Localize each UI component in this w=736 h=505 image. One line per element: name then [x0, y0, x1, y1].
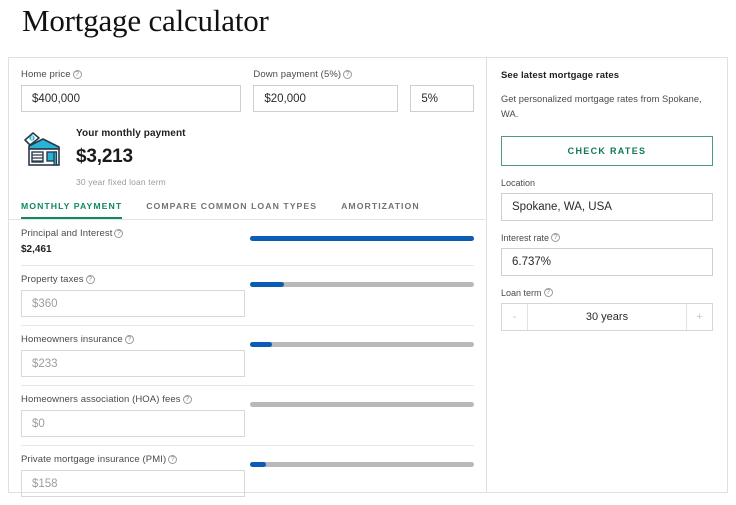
- property-taxes-slider[interactable]: [250, 282, 474, 287]
- hoa-fees-slider[interactable]: [250, 402, 474, 407]
- rates-panel-description: Get personalized mortgage rates from Spo…: [501, 94, 702, 120]
- slider-fill: [250, 236, 474, 241]
- down-payment-label: Down payment (5%) ?: [253, 69, 398, 80]
- home-price-input[interactable]: $400,000: [21, 85, 242, 112]
- interest-rate-label-text: Interest rate: [501, 232, 550, 243]
- help-icon[interactable]: ?: [72, 70, 82, 79]
- help-icon[interactable]: ?: [343, 70, 353, 79]
- slider-fill: [250, 342, 273, 347]
- check-rates-button[interactable]: CHECK RATES: [501, 135, 713, 166]
- loan-term-decrement-button[interactable]: -: [502, 303, 528, 330]
- private-mortgage-insurance-slider[interactable]: [250, 462, 474, 467]
- help-icon[interactable]: ?: [182, 395, 192, 404]
- loan-term-label: Loan term ?: [501, 288, 713, 298]
- breakdown-row-principal-and-interest: Principal and Interest ? $2,461: [21, 220, 474, 266]
- private-mortgage-insurance-input[interactable]: $158: [21, 470, 245, 497]
- location-input[interactable]: Spokane, WA, USA: [501, 192, 713, 221]
- row-right: [250, 394, 474, 407]
- principal-and-interest-label: Principal and Interest ?: [21, 228, 250, 239]
- down-payment-field-group: Down payment (5%) ? $20,000: [253, 69, 399, 112]
- page-title: Mortgage calculator: [22, 3, 269, 38]
- row-right: [250, 334, 474, 347]
- row-left: Property taxes ? $360: [21, 274, 250, 317]
- help-icon[interactable]: ?: [168, 455, 178, 464]
- homeowners-insurance-label: Homeowners insurance ?: [21, 334, 250, 345]
- interest-rate-field-group: Interest rate ? 6.737%: [501, 233, 713, 276]
- slider-fill: [250, 462, 266, 467]
- summary-text-block: Your monthly payment $3,213 30 year fixe…: [76, 128, 186, 187]
- top-inputs-row: Home price ? $400,000 Down payment (5%) …: [9, 58, 486, 112]
- row-left: Homeowners insurance ? $233: [21, 334, 250, 377]
- payment-breakdown-list: Principal and Interest ? $2,461 Property…: [9, 220, 486, 505]
- down-payment-input[interactable]: $20,000: [253, 85, 399, 112]
- row-right: [250, 274, 474, 287]
- principal-and-interest-value: $2,461: [21, 244, 52, 255]
- help-icon[interactable]: ?: [543, 288, 553, 298]
- home-price-label: Home price ?: [21, 69, 241, 80]
- private-mortgage-insurance-label: Private mortgage insurance (PMI) ?: [21, 454, 250, 465]
- breakdown-row-homeowners-insurance: Homeowners insurance ? $233: [21, 326, 474, 386]
- loan-term-increment-button[interactable]: +: [686, 303, 712, 330]
- loan-term-value: 30 years: [585, 310, 629, 323]
- calculator-tabs: MONTHLY PAYMENT COMPARE COMMON LOAN TYPE…: [9, 201, 486, 220]
- homeowners-insurance-slider[interactable]: [250, 342, 474, 347]
- tab-amortization[interactable]: AMORTIZATION: [341, 201, 420, 219]
- row-left: Private mortgage insurance (PMI) ? $158: [21, 454, 250, 497]
- principal-and-interest-label-text: Principal and Interest: [21, 228, 113, 239]
- hoa-fees-label: Homeowners association (HOA) fees ?: [21, 394, 250, 405]
- tab-monthly-payment[interactable]: MONTHLY PAYMENT: [21, 201, 123, 219]
- interest-rate-label: Interest rate ?: [501, 233, 713, 243]
- help-icon[interactable]: ?: [551, 233, 561, 243]
- down-payment-percent-input[interactable]: 5%: [410, 85, 474, 112]
- property-taxes-input[interactable]: $360: [21, 290, 245, 317]
- homeowners-insurance-input[interactable]: $233: [21, 350, 245, 377]
- down-payment-percent-group: 5%: [410, 69, 474, 112]
- rates-panel-title: See latest mortgage rates: [501, 70, 620, 81]
- loan-term-stepper: - 30 years +: [501, 302, 713, 331]
- private-mortgage-insurance-label-text: Private mortgage insurance (PMI): [21, 454, 167, 465]
- location-label: Location: [501, 177, 536, 188]
- row-right: [250, 454, 474, 467]
- row-right: [250, 228, 474, 241]
- down-payment-percent-label-spacer: [410, 69, 474, 80]
- homeowners-insurance-label-text: Homeowners insurance: [21, 334, 123, 345]
- property-taxes-label: Property taxes ?: [21, 274, 250, 285]
- principal-and-interest-slider[interactable]: [250, 236, 474, 241]
- summary-title: Your monthly payment: [76, 128, 186, 139]
- hoa-fees-label-text: Homeowners association (HOA) fees: [21, 394, 181, 405]
- breakdown-row-property-taxes: Property taxes ? $360: [21, 266, 474, 326]
- breakdown-row-private-mortgage-insurance: Private mortgage insurance (PMI) ? $158: [21, 446, 474, 505]
- slider-fill: [250, 282, 284, 287]
- house-price-tag-icon: [21, 130, 63, 173]
- help-icon[interactable]: ?: [124, 335, 134, 344]
- summary-amount: $3,213: [76, 146, 133, 167]
- help-icon[interactable]: ?: [85, 275, 95, 284]
- help-icon[interactable]: ?: [114, 229, 124, 238]
- interest-rate-input[interactable]: 6.737%: [501, 247, 713, 276]
- hoa-fees-input[interactable]: $0: [21, 410, 245, 437]
- loan-term-field-group: Loan term ? - 30 years +: [501, 288, 713, 331]
- mortgage-rates-panel: See latest mortgage rates Get personaliz…: [487, 58, 727, 492]
- home-price-field-group: Home price ? $400,000: [21, 69, 242, 112]
- monthly-payment-summary: Your monthly payment $3,213 30 year fixe…: [9, 112, 486, 187]
- row-left: Principal and Interest ? $2,461: [21, 228, 250, 255]
- mortgage-calculator-card: Home price ? $400,000 Down payment (5%) …: [8, 57, 728, 497]
- breakdown-row-hoa-fees: Homeowners association (HOA) fees ? $0: [21, 386, 474, 446]
- row-left: Homeowners association (HOA) fees ? $0: [21, 394, 250, 437]
- loan-term-label-text: Loan term: [501, 287, 542, 298]
- calculator-left-panel: Home price ? $400,000 Down payment (5%) …: [9, 58, 487, 497]
- summary-subtitle: 30 year fixed loan term: [76, 177, 166, 187]
- down-payment-label-text: Down payment (5%): [253, 69, 342, 80]
- home-price-label-text: Home price: [21, 69, 71, 80]
- location-field-group: Location Spokane, WA, USA: [501, 178, 713, 221]
- tab-compare-common-loan-types[interactable]: COMPARE COMMON LOAN TYPES: [146, 201, 317, 219]
- property-taxes-label-text: Property taxes: [21, 274, 84, 285]
